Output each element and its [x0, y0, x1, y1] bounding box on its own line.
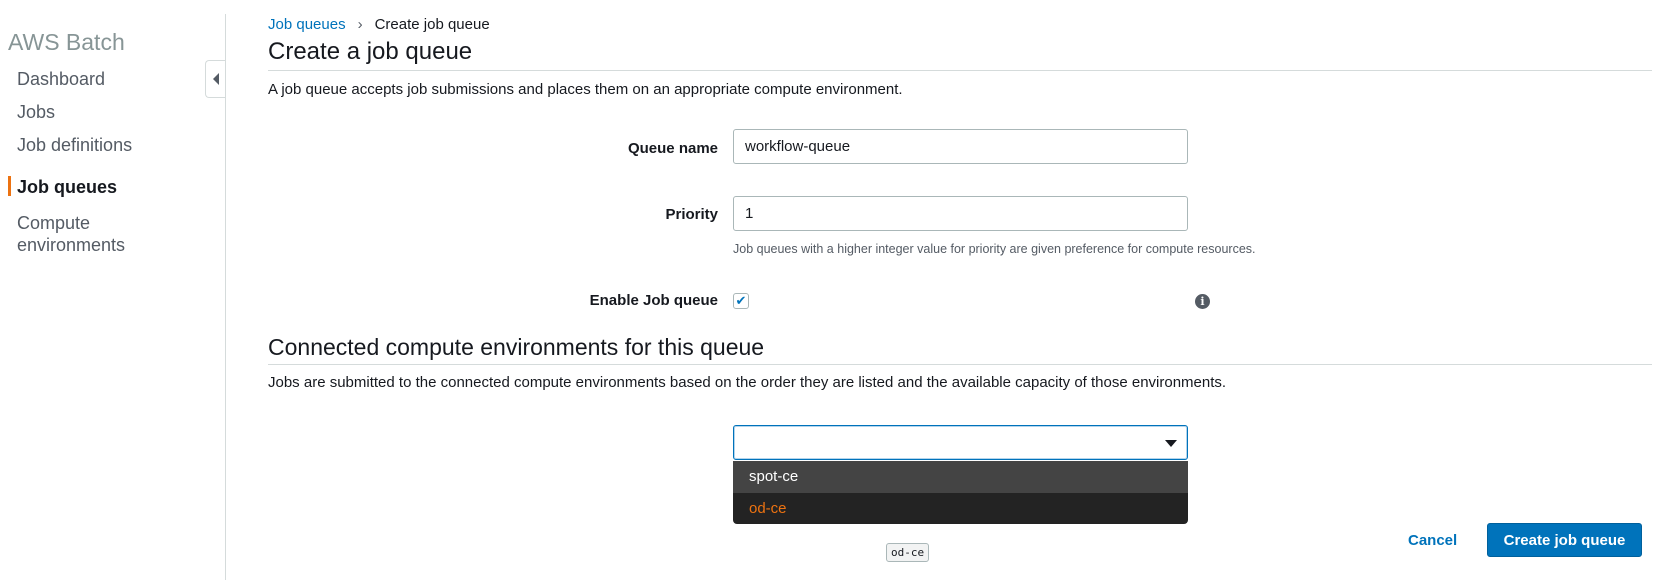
caret-left-icon — [212, 73, 219, 85]
priority-hint: Job queues with a higher integer value f… — [733, 242, 1256, 256]
option-od-ce[interactable]: od-ce — [733, 492, 1188, 524]
option-spot-ce[interactable]: spot-ce — [733, 461, 1188, 493]
active-nav-marker — [8, 176, 11, 196]
create-job-queue-button[interactable]: Create job queue — [1487, 523, 1642, 557]
checkmark-icon: ✔ — [735, 293, 747, 308]
sidebar: AWS Batch Dashboard Jobs Job definitions… — [0, 0, 225, 580]
section-description: Jobs are submitted to the connected comp… — [268, 374, 1227, 391]
section-divider — [268, 364, 1652, 365]
priority-label: Priority — [665, 206, 718, 223]
chevron-right-icon: › — [357, 16, 363, 33]
breadcrumb-current: Create job queue — [374, 16, 490, 33]
collapse-sidebar-button[interactable] — [205, 60, 225, 98]
title-divider — [268, 70, 1652, 71]
info-icon[interactable]: i — [1195, 294, 1210, 309]
queue-name-label: Queue name — [627, 140, 718, 157]
enable-job-queue-checkbox[interactable]: ✔ — [733, 293, 749, 309]
page-description: A job queue accepts job submissions and … — [268, 81, 903, 98]
caret-down-icon — [1165, 440, 1177, 447]
breadcrumb: Job queues › Create job queue — [268, 16, 490, 33]
breadcrumb-job-queues-link[interactable]: Job queues — [268, 16, 346, 33]
sidebar-title: AWS Batch — [8, 29, 125, 55]
sidebar-item-jobs[interactable]: Jobs — [17, 101, 55, 123]
section-title: Connected compute environments for this … — [268, 334, 765, 360]
queue-name-input[interactable] — [733, 129, 1188, 164]
compute-environment-dropdown: spot-ce od-ce — [733, 461, 1188, 524]
sidebar-item-job-definitions[interactable]: Job definitions — [17, 134, 132, 156]
priority-input[interactable] — [733, 196, 1188, 231]
page-title: Create a job queue — [268, 38, 473, 65]
sidebar-divider — [225, 14, 226, 580]
sidebar-item-dashboard[interactable]: Dashboard — [17, 68, 105, 90]
sidebar-item-job-queues[interactable]: Job queues — [17, 176, 117, 198]
compute-environment-select[interactable] — [733, 425, 1188, 460]
cancel-button[interactable]: Cancel — [1408, 532, 1457, 549]
tooltip: od-ce — [886, 543, 930, 562]
enable-job-queue-label: Enable Job queue — [589, 292, 718, 309]
sidebar-item-compute-environments[interactable]: Compute environments — [17, 212, 125, 256]
